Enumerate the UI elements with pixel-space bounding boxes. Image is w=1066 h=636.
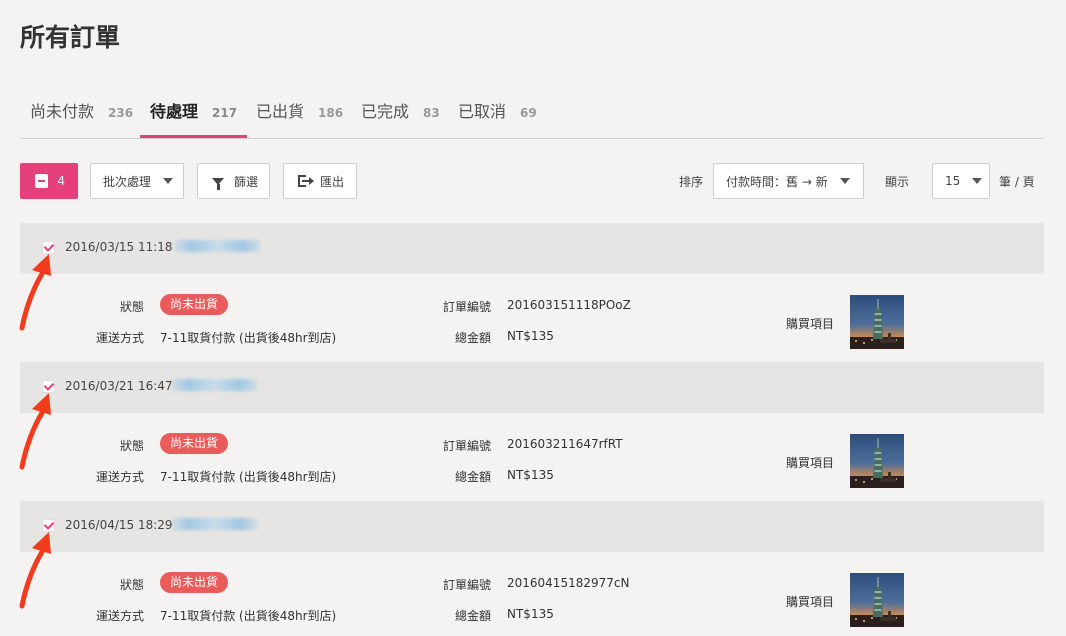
tab-count: 69 — [520, 106, 537, 120]
order-number: 20160415182977cN — [507, 576, 630, 590]
status-label: 狀態 — [119, 439, 144, 453]
order-status-tabs: 尚未付款 236 待處理 217 已出貨 186 已完成 83 已取消 69 — [20, 90, 1044, 139]
caret-down-icon — [163, 178, 174, 184]
order-datetime: 2016/03/21 16:47 — [65, 379, 173, 393]
order-number: 201603151118POoZ — [507, 298, 631, 312]
sort-select[interactable]: 付款時間：舊 → 新 — [713, 163, 864, 199]
total-label: 總金額 — [454, 609, 491, 623]
shipping-label: 運送方式 — [95, 609, 144, 623]
customer-name-redacted — [175, 240, 260, 252]
sort-label: 排序 — [679, 175, 704, 189]
order-header: 2016/04/15 18:29 — [20, 501, 1044, 552]
order-number-label: 訂單編號 — [442, 300, 491, 314]
order-number-label: 訂單編號 — [442, 439, 491, 453]
filter-label: 篩選 — [234, 174, 259, 189]
order-details: 狀態 尚未出貨 運送方式 7-11取貨付款 (出貨後48hr到店) 訂單編號 2… — [20, 413, 1044, 501]
filter-icon — [212, 177, 224, 190]
tab-label: 待處理 — [150, 102, 199, 121]
status-label: 狀態 — [119, 300, 144, 314]
product-thumbnail[interactable] — [850, 573, 904, 627]
tab-shipped[interactable]: 已出貨 186 — [246, 90, 353, 138]
tab-count: 186 — [318, 106, 344, 120]
total-label: 總金額 — [454, 470, 491, 484]
caret-down-icon — [972, 178, 983, 184]
items-label: 購買項目 — [785, 595, 834, 609]
order-total: NT$135 — [507, 329, 554, 343]
per-page-value: 15 — [945, 174, 961, 188]
order-datetime: 2016/04/15 18:29 — [65, 518, 173, 532]
tab-unpaid[interactable]: 尚未付款 236 — [20, 90, 143, 138]
city-night-image — [850, 573, 904, 627]
per-page-select[interactable]: 15 — [932, 163, 990, 199]
tab-label: 已完成 — [361, 102, 410, 121]
product-thumbnail[interactable] — [850, 434, 904, 488]
shipping-method: 7-11取貨付款 (出貨後48hr到店) — [160, 609, 337, 623]
export-button[interactable]: 匯出 — [283, 163, 357, 199]
page-title: 所有訂單 — [20, 23, 121, 52]
tab-count: 83 — [423, 106, 440, 120]
customer-name-redacted — [172, 379, 257, 391]
city-night-image — [850, 295, 904, 349]
order-number: 201603211647rfRT — [507, 437, 623, 451]
status-label: 狀態 — [119, 578, 144, 592]
status-badge: 尚未出貨 — [160, 572, 229, 593]
order-details: 狀態 尚未出貨 運送方式 7-11取貨付款 (出貨後48hr到店) 訂單編號 2… — [20, 552, 1044, 636]
city-night-image — [850, 434, 904, 488]
tab-count: 217 — [212, 106, 238, 120]
items-label: 購買項目 — [785, 317, 834, 331]
toolbar: 4 批次處理 篩選 匯出 排序 付款時間：舊 → 新 顯示 15 筆 / 頁 — [20, 163, 1044, 199]
order-header: 2016/03/21 16:47 — [20, 362, 1044, 413]
display-label: 顯示 — [885, 175, 910, 189]
sort-value: 付款時間：舊 → 新 — [726, 174, 828, 189]
export-label: 匯出 — [319, 174, 344, 189]
order-number-label: 訂單編號 — [442, 578, 491, 592]
tab-label: 已出貨 — [256, 102, 305, 121]
tab-count: 236 — [108, 106, 134, 120]
annotation-arrow-icon — [19, 393, 51, 470]
tab-label: 已取消 — [458, 102, 507, 121]
shipping-label: 運送方式 — [95, 470, 144, 484]
shipping-label: 運送方式 — [95, 331, 144, 345]
deselect-all-button[interactable]: 4 — [20, 163, 78, 199]
tab-cancelled[interactable]: 已取消 69 — [448, 90, 547, 138]
status-badge: 尚未出貨 — [160, 433, 229, 454]
per-page-unit: 筆 / 頁 — [999, 175, 1035, 189]
order-details: 狀態 尚未出貨 運送方式 7-11取貨付款 (出貨後48hr到店) 訂單編號 2… — [20, 274, 1044, 362]
product-thumbnail[interactable] — [850, 295, 904, 349]
annotation-arrow-icon — [19, 254, 51, 331]
status-badge: 尚未出貨 — [160, 294, 229, 315]
selected-count: 4 — [57, 174, 65, 188]
customer-name-redacted — [172, 518, 257, 530]
order-total: NT$135 — [507, 607, 554, 621]
order-header: 2016/03/15 11:18 — [20, 223, 1044, 274]
items-label: 購買項目 — [785, 456, 834, 470]
total-label: 總金額 — [454, 331, 491, 345]
shipping-method: 7-11取貨付款 (出貨後48hr到店) — [160, 331, 337, 345]
order-total: NT$135 — [507, 468, 554, 482]
export-icon — [298, 174, 314, 188]
tab-label: 尚未付款 — [30, 102, 95, 121]
batch-action-dropdown[interactable]: 批次處理 — [90, 163, 184, 199]
batch-label: 批次處理 — [103, 174, 152, 189]
caret-down-icon — [839, 178, 850, 184]
tab-pending[interactable]: 待處理 217 — [140, 90, 248, 138]
order-datetime: 2016/03/15 11:18 — [65, 240, 173, 254]
minus-square-icon — [35, 174, 49, 188]
tab-completed[interactable]: 已完成 83 — [351, 90, 450, 138]
filter-button[interactable]: 篩選 — [197, 163, 270, 199]
shipping-method: 7-11取貨付款 (出貨後48hr到店) — [160, 470, 337, 484]
annotation-arrow-icon — [19, 532, 51, 609]
